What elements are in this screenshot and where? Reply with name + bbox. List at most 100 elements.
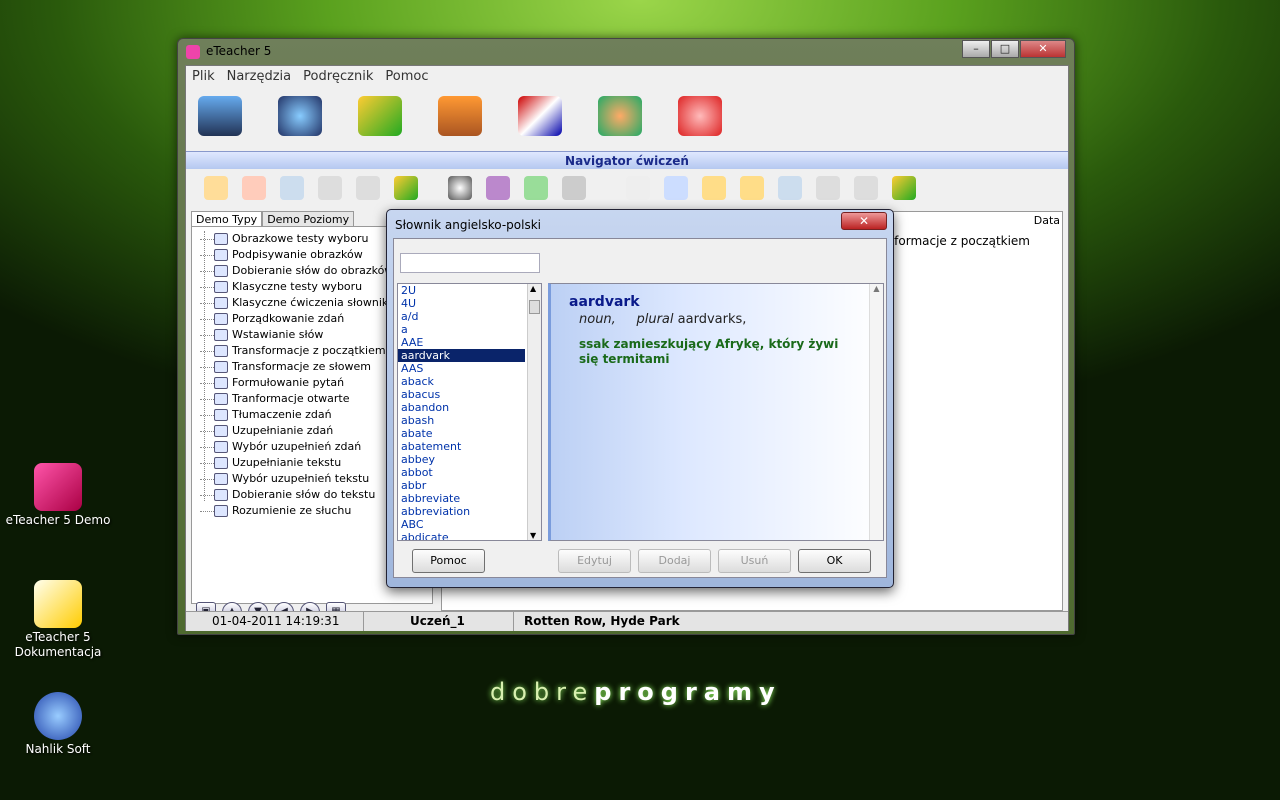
definition-grammar: noun, plural aardvarks, (579, 312, 865, 327)
word-list-item[interactable]: 4U (398, 297, 525, 310)
delete-button[interactable]: Usuń (718, 549, 791, 573)
stats-icon[interactable] (394, 176, 418, 200)
eye-icon[interactable] (448, 176, 472, 200)
help-document-icon (34, 580, 82, 628)
column-header-data[interactable]: Data (1034, 214, 1060, 227)
flag-icon[interactable] (518, 96, 562, 136)
word-list-item[interactable]: abbot (398, 466, 525, 479)
word-list-item[interactable]: aardvark (398, 349, 525, 362)
word-list-item[interactable]: aback (398, 375, 525, 388)
navigator-header: Navigator ćwiczeń (186, 151, 1068, 169)
word-list-item[interactable]: abate (398, 427, 525, 440)
tree-item-label: Uzupełnianie zdań (232, 424, 334, 437)
plural-form: aardvarks, (677, 312, 747, 327)
books-icon[interactable] (438, 96, 482, 136)
help-button[interactable]: Pomoc (412, 549, 485, 573)
tree-connector (200, 431, 214, 432)
edit-icon[interactable] (626, 176, 650, 200)
word-list-item[interactable]: a (398, 323, 525, 336)
search-input[interactable] (400, 253, 540, 273)
menu-podrecznik[interactable]: Podręcznik (303, 69, 373, 84)
scissors-icon[interactable] (816, 176, 840, 200)
status-datetime: 01-04-2011 14:19:31 (186, 612, 364, 631)
tab-demo-typy[interactable]: Demo Typy (191, 211, 263, 227)
tree-item-label: Transformacje ze słowem (232, 360, 371, 373)
copy-icon[interactable] (778, 176, 802, 200)
tree-item-label: Porządkowanie zdań (232, 312, 345, 325)
exercise-icon (214, 233, 228, 245)
tree-connector (200, 239, 214, 240)
users-icon[interactable] (598, 96, 642, 136)
tree-connector (200, 271, 214, 272)
scroll-thumb[interactable] (529, 300, 540, 314)
word-list-item[interactable]: abbreviate (398, 492, 525, 505)
graduate-icon[interactable] (486, 176, 510, 200)
cut-icon[interactable] (318, 176, 342, 200)
tab-demo-poziomy[interactable]: Demo Poziomy (262, 211, 355, 227)
word-list-item[interactable]: 2U (398, 284, 525, 297)
add-icon[interactable] (702, 176, 726, 200)
new-folder-icon[interactable] (204, 176, 228, 200)
tree-item-label: Tranformacje otwarte (232, 392, 350, 405)
word-list-item[interactable]: AAS (398, 362, 525, 375)
copy-icon[interactable] (280, 176, 304, 200)
tree-connector (200, 319, 214, 320)
person-doc-icon[interactable] (664, 176, 688, 200)
help-icon[interactable] (678, 96, 722, 136)
word-list-item[interactable]: abatement (398, 440, 525, 453)
menu-plik[interactable]: Plik (192, 69, 215, 84)
tree-toolbar (204, 176, 418, 200)
word-list-item[interactable]: abacus (398, 388, 525, 401)
stats-icon[interactable] (892, 176, 916, 200)
chart-icon[interactable] (358, 96, 402, 136)
list-row[interactable]: nsformacje z początkiem (880, 234, 1030, 248)
word-list-item[interactable]: abbr (398, 479, 525, 492)
tree-item-label: Wybór uzupełnień zdań (232, 440, 362, 453)
tree-item-label: Formułowanie pytań (232, 376, 345, 389)
minimize-button[interactable]: – (962, 40, 990, 58)
tree-connector (200, 511, 214, 512)
dice-icon[interactable] (562, 176, 586, 200)
word-list-item[interactable]: abash (398, 414, 525, 427)
word-list-item[interactable]: a/d (398, 310, 525, 323)
check-icon[interactable] (524, 176, 548, 200)
london-picture-icon[interactable] (198, 96, 242, 136)
tree-tabs: Demo Typy Demo Poziomy (191, 211, 355, 227)
translation-line: się termitami (579, 352, 670, 366)
definition-scrollbar[interactable]: ▲ (869, 284, 883, 540)
menu-pomoc[interactable]: Pomoc (385, 69, 428, 84)
paste-icon[interactable] (356, 176, 380, 200)
word-list-item[interactable]: ABC (398, 518, 525, 531)
remove-icon[interactable] (740, 176, 764, 200)
word-list-scrollbar[interactable]: ▲ ▼ (527, 284, 541, 540)
desktop-icon-label: eTeacher 5 Demo (5, 513, 111, 527)
menu-narzedzia[interactable]: Narzędzia (227, 69, 292, 84)
word-list-item[interactable]: abdicate (398, 531, 525, 540)
desktop-icon-eteacher-demo[interactable]: eTeacher 5 Demo (3, 463, 113, 528)
word-list-item[interactable]: abandon (398, 401, 525, 414)
desktop-icon-label: eTeacher 5 (25, 630, 91, 644)
edit-button[interactable]: Edytuj (558, 549, 631, 573)
tree-item-label: Dobieranie słów do tekstu (232, 488, 376, 501)
add-button[interactable]: Dodaj (638, 549, 711, 573)
definition-headword: aardvark (569, 294, 640, 310)
word-list-item[interactable]: abbreviation (398, 505, 525, 518)
word-list-item[interactable]: abbey (398, 453, 525, 466)
scroll-down-icon[interactable]: ▼ (530, 531, 536, 540)
word-list-item[interactable]: AAE (398, 336, 525, 349)
ok-button[interactable]: OK (798, 549, 871, 573)
joystick-icon[interactable] (278, 96, 322, 136)
tree-item-label: Tłumaczenie zdań (232, 408, 332, 421)
desktop-icon-eteacher-docs[interactable]: eTeacher 5 Dokumentacja (3, 580, 113, 660)
dialog-close-button[interactable]: ✕ (841, 212, 887, 230)
tree-item-label: Wstawianie słów (232, 328, 324, 341)
exercise-icon (214, 425, 228, 437)
maximize-button[interactable]: □ (991, 40, 1019, 58)
desktop-icon-nahlik-soft[interactable]: Nahlik Soft (3, 692, 113, 757)
exercise-icon (214, 505, 228, 517)
delete-folder-icon[interactable] (242, 176, 266, 200)
paste-icon[interactable] (854, 176, 878, 200)
close-button[interactable]: ✕ (1020, 40, 1066, 58)
tree-connector (200, 495, 214, 496)
scroll-up-icon[interactable]: ▲ (530, 284, 536, 293)
